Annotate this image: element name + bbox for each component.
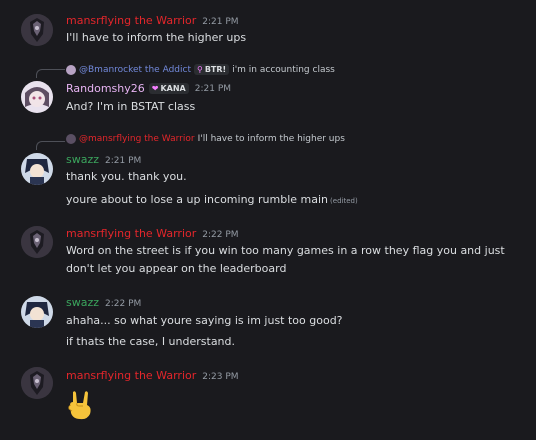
- message-text: thank you. thank you.: [66, 170, 187, 183]
- reply-avatar: [66, 64, 76, 75]
- reply-preview[interactable]: @Bmanrocket the Addict ⚲ BTR! i'm in acco…: [66, 64, 335, 75]
- message-text: Word on the street is if you win too man…: [66, 244, 505, 257]
- heart-icon: ❤: [151, 84, 159, 93]
- reply-text: i'm in accounting class: [232, 64, 335, 75]
- username[interactable]: swazz 2:22 PM: [66, 296, 141, 309]
- edited-label: (edited): [330, 197, 358, 205]
- potion-icon: ⚲: [196, 65, 203, 74]
- timestamp: 2:21 PM: [105, 156, 142, 166]
- scrollbar[interactable]: [532, 0, 536, 440]
- avatar-swazz[interactable]: [21, 153, 53, 185]
- avatar-mansrflying[interactable]: [21, 367, 53, 399]
- timestamp: 2:22 PM: [202, 230, 239, 240]
- username[interactable]: swazz 2:21 PM: [66, 153, 141, 166]
- timestamp: 2:21 PM: [194, 83, 232, 94]
- username[interactable]: mansrflying the Warrior 2:21 PM: [66, 14, 239, 27]
- reply-avatar: [66, 134, 76, 144]
- avatar-mansrflying[interactable]: [21, 14, 53, 46]
- timestamp: 2:21 PM: [202, 17, 239, 27]
- message-text: ahaha... so what youre saying is im just…: [66, 314, 343, 327]
- reply-author[interactable]: @mansrflying the Warrior: [79, 134, 195, 144]
- reply-spine: [36, 69, 65, 78]
- reply-author[interactable]: @Bmanrocket the Addict: [79, 65, 191, 75]
- username[interactable]: mansrflying the Warrior 2:22 PM: [66, 227, 239, 240]
- avatar-randomshy[interactable]: [21, 81, 53, 113]
- message-text: And? I'm in BSTAT class: [66, 100, 196, 113]
- reply-text: I'll have to inform the higher ups: [197, 134, 345, 144]
- reply-preview[interactable]: @mansrflying the Warrior I'll have to in…: [66, 134, 345, 144]
- avatar-mansrflying[interactable]: [21, 226, 53, 258]
- avatar-swazz[interactable]: [21, 296, 53, 328]
- reply-spine: [36, 141, 65, 150]
- reply-tag: ⚲ BTR!: [193, 64, 230, 75]
- timestamp: 2:23 PM: [202, 372, 239, 382]
- message-text: don't let you appear on the leaderboard: [66, 262, 287, 275]
- message-text: youre about to lose a up incoming rumble…: [66, 193, 358, 206]
- timestamp: 2:22 PM: [105, 299, 142, 309]
- message-text: if thats the case, I understand.: [66, 335, 236, 348]
- username[interactable]: Randomshy26 ❤ KANA 2:21 PM: [66, 82, 231, 95]
- rock-on-hand-icon[interactable]: [66, 389, 96, 421]
- message-text: I'll have to inform the higher ups: [66, 31, 247, 44]
- username[interactable]: mansrflying the Warrior 2:23 PM: [66, 369, 239, 382]
- server-tag: ❤ KANA: [148, 83, 189, 94]
